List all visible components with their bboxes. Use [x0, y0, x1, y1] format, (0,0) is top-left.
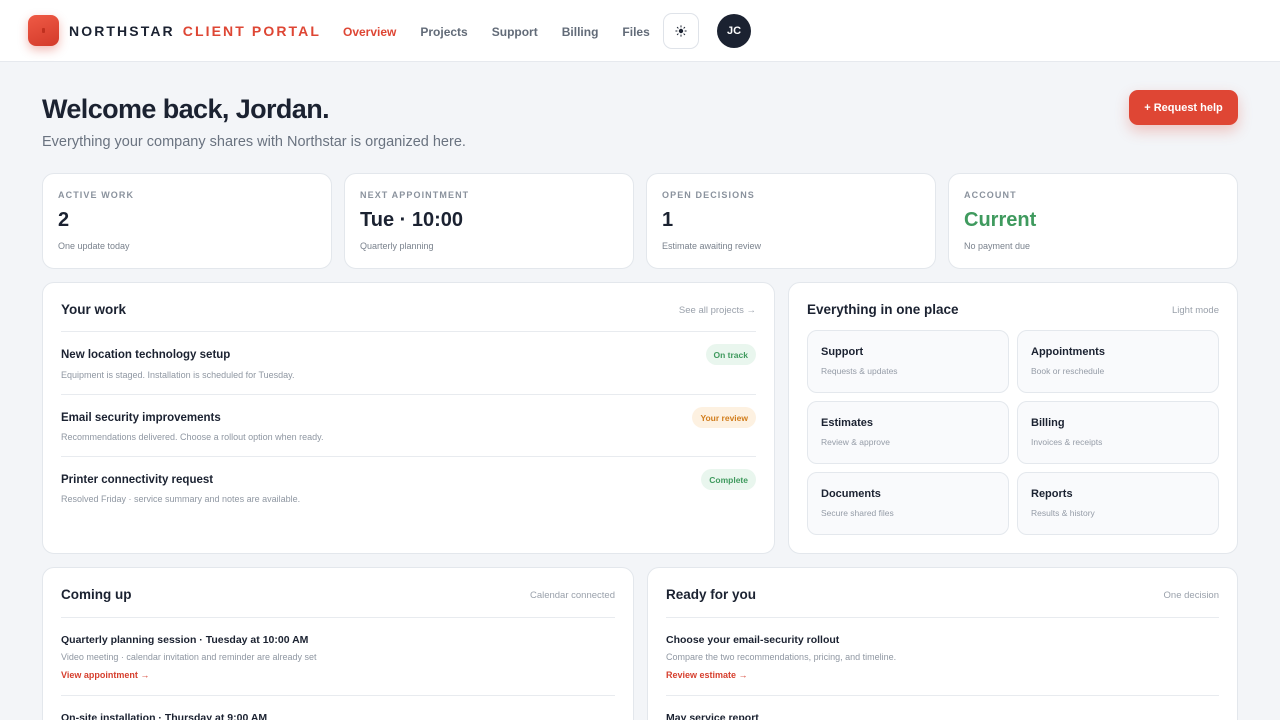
panel-title: Coming up [61, 587, 132, 602]
main-nav: Overview Projects Support Billing Files [343, 25, 674, 39]
tile-documents[interactable]: Documents Secure shared files [807, 472, 1009, 535]
stat-card-active-work[interactable]: ACTIVE WORK 2 One update today [42, 173, 332, 269]
tile-reports[interactable]: Reports Results & history [1017, 472, 1219, 535]
page-subtitle: Everything your company shares with Nort… [42, 134, 466, 150]
stat-card-next-appointment[interactable]: NEXT APPOINTMENT Tue · 10:00 Quarterly p… [344, 173, 634, 269]
divider [61, 394, 756, 395]
nav-overview[interactable]: Overview [343, 25, 396, 39]
stat-card-account[interactable]: ACCOUNT Current No payment due [948, 173, 1238, 269]
stat-label: ACTIVE WORK [58, 190, 135, 200]
tile-appointments[interactable]: Appointments Book or reschedule [1017, 330, 1219, 393]
tile-title: Appointments [1031, 346, 1105, 358]
tile-subtitle: Review & approve [821, 437, 890, 447]
logo-icon[interactable] [28, 15, 59, 46]
tile-title: Reports [1031, 488, 1073, 500]
divider [666, 617, 1219, 618]
brand-name: NORTHSTAR [69, 23, 175, 39]
stat-note: One update today [58, 241, 130, 251]
ready-for-you-panel: Ready for you One decision Choose your e… [647, 567, 1238, 720]
nav-billing[interactable]: Billing [562, 25, 599, 39]
light-mode-link[interactable]: Light mode [1172, 305, 1219, 316]
tile-subtitle: Results & history [1031, 508, 1095, 518]
item-title: Printer connectivity request [61, 474, 214, 486]
your-work-panel: Your work See all projects → New locatio… [42, 282, 775, 554]
brand[interactable]: NORTHSTAR CLIENT PORTAL [69, 23, 321, 39]
hub-panel: Everything in one place Light mode Suppo… [788, 282, 1238, 554]
item-desc: Recommendations delivered. Choose a roll… [61, 432, 324, 442]
stat-value: Current [964, 209, 1037, 231]
divider [61, 617, 615, 618]
nav-support[interactable]: Support [492, 25, 538, 39]
see-all-projects-link[interactable]: See all projects → [679, 305, 756, 316]
nav-projects[interactable]: Projects [420, 25, 467, 39]
tile-subtitle: Requests & updates [821, 366, 898, 376]
item-desc: Resolved Friday · service summary and no… [61, 494, 301, 504]
item-desc: Equipment is staged. Installation is sch… [61, 370, 295, 380]
tile-subtitle: Secure shared files [821, 508, 894, 518]
divider [61, 331, 756, 332]
top-bar: NORTHSTAR CLIENT PORTAL Overview Projects… [0, 0, 1280, 62]
brand-suffix: CLIENT PORTAL [182, 23, 322, 39]
status-badge: On track [705, 344, 756, 365]
stat-note: Quarterly planning [360, 241, 434, 251]
status-badge: Complete [701, 469, 756, 490]
coming-up-panel: Coming up Calendar connected Quarterly p… [42, 567, 634, 720]
stat-value: 2 [58, 209, 70, 231]
nav-files[interactable]: Files [622, 25, 649, 39]
panel-title: Ready for you [666, 587, 757, 602]
stat-card-open-decisions[interactable]: OPEN DECISIONS 1 Estimate awaiting revie… [646, 173, 936, 269]
stat-label: NEXT APPOINTMENT [360, 190, 470, 200]
divider [61, 456, 756, 457]
panel-title: Everything in one place [807, 302, 959, 317]
panel-title: Your work [61, 302, 127, 317]
stat-note: No payment due [964, 241, 1031, 251]
tile-billing[interactable]: Billing Invoices & receipts [1017, 401, 1219, 464]
stat-value: 1 [662, 209, 674, 231]
item-desc: Compare the two recommendations, pricing… [666, 652, 897, 662]
tile-estimates[interactable]: Estimates Review & approve [807, 401, 1009, 464]
item-title: May service report [666, 712, 759, 720]
item-title: Choose your email-security rollout [666, 634, 840, 646]
theme-toggle-button[interactable] [663, 13, 699, 49]
sun-icon [675, 25, 687, 37]
stat-label: OPEN DECISIONS [662, 190, 755, 200]
stat-label: ACCOUNT [964, 190, 1017, 200]
divider [666, 695, 1219, 696]
divider [61, 695, 615, 696]
tile-subtitle: Invoices & receipts [1031, 437, 1103, 447]
status-badge: Your review [692, 407, 756, 428]
tile-support[interactable]: Support Requests & updates [807, 330, 1009, 393]
logo-dot [42, 28, 45, 33]
review-estimate-link[interactable]: Review estimate → [666, 670, 748, 680]
calendar-status: Calendar connected [529, 590, 615, 601]
tile-title: Billing [1031, 417, 1065, 429]
tile-title: Documents [821, 488, 881, 500]
tile-title: Estimates [821, 417, 873, 429]
item-desc: Video meeting · calendar invitation and … [61, 652, 317, 662]
tile-subtitle: Book or reschedule [1031, 366, 1105, 376]
tile-title: Support [821, 346, 864, 358]
decision-count: One decision [1163, 590, 1219, 601]
stat-note: Estimate awaiting review [662, 241, 762, 251]
stat-value: Tue · 10:00 [360, 209, 463, 231]
item-title: New location technology setup [61, 349, 231, 361]
item-title: Quarterly planning session · Tuesday at … [61, 634, 309, 646]
page-title: Welcome back, Jordan. [42, 94, 330, 124]
avatar[interactable]: JC [717, 14, 751, 48]
request-help-button[interactable]: + Request help [1129, 90, 1238, 125]
item-title: On-site installation · Thursday at 9:00 … [61, 712, 268, 720]
item-title: Email security improvements [61, 412, 221, 424]
view-appointment-link[interactable]: View appointment → [61, 670, 149, 680]
